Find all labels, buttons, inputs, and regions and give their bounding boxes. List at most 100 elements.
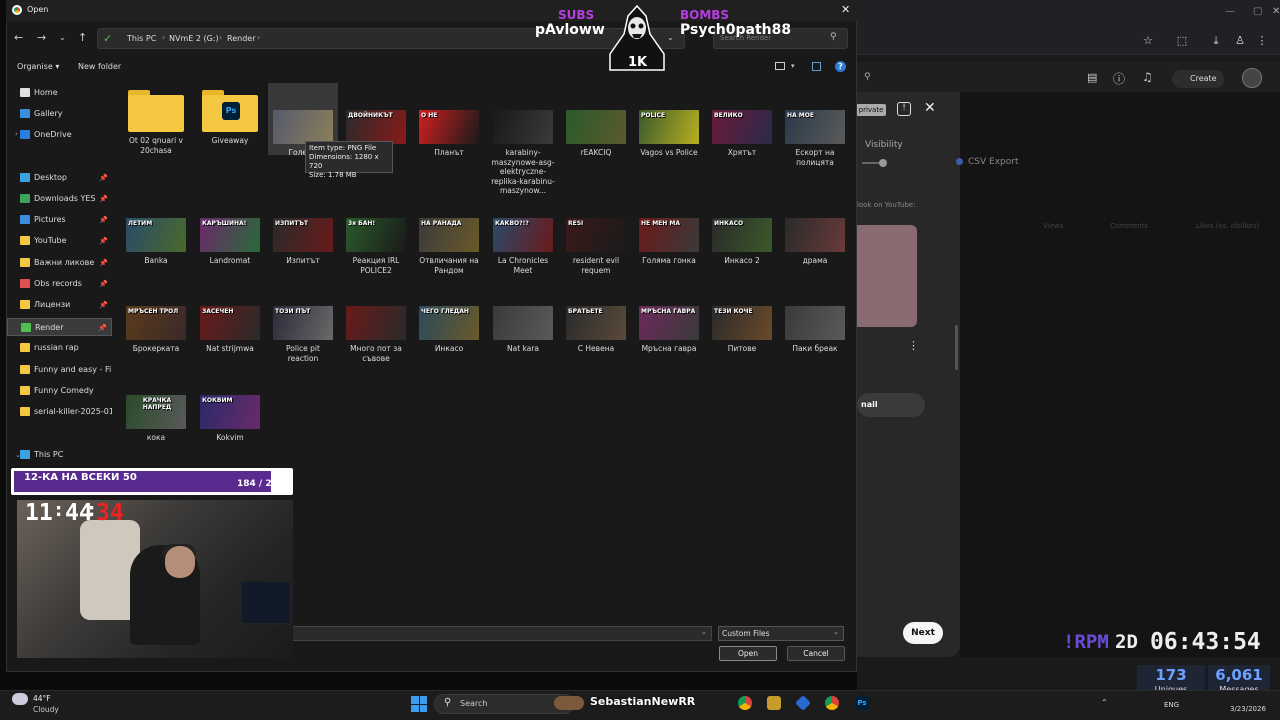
file-item[interactable]: ТОЗИ ПЪТ Police pit reaction <box>270 306 336 363</box>
maximize-icon[interactable]: ▢ <box>1253 6 1262 17</box>
file-item[interactable]: rEAKCIQ <box>563 110 629 158</box>
file-item[interactable]: КАРЪШИНА! Landromat <box>197 218 263 266</box>
input-language[interactable]: ENG <box>1164 701 1179 709</box>
sidebar-item-pictures[interactable]: Pictures 📌 <box>20 211 112 229</box>
breadcrumb-drive[interactable]: NVmE 2 (G:) <box>169 34 219 43</box>
file-item[interactable]: ИЗПИТЪТ Изпитът <box>270 218 336 266</box>
help-icon[interactable]: ⓘ <box>1113 70 1125 87</box>
file-item[interactable]: POLICE Vagos vs Police <box>636 110 702 158</box>
alert-icon[interactable]: ! <box>897 102 911 116</box>
file-item[interactable]: ЛЕТИМ Banka <box>123 218 189 266</box>
windows-start-icon[interactable] <box>411 696 427 712</box>
csv-export-link[interactable]: CSV Export <box>968 157 1018 167</box>
sidebar-item-downloads-yes[interactable]: Downloads YES 📌 <box>20 190 112 208</box>
up-arrow-icon[interactable]: ↑ <box>78 31 87 44</box>
file-item[interactable]: RESI resident evil requem <box>563 218 629 275</box>
open-button[interactable]: Open <box>719 646 777 661</box>
file-item[interactable]: КРАЧКА НАПРЕД кока <box>123 395 189 443</box>
chrome-icon[interactable] <box>738 696 752 710</box>
file-item[interactable]: ИНКАСО Инкасо 2 <box>709 218 775 266</box>
create-button[interactable]: Create <box>1172 70 1224 88</box>
file-item[interactable]: НА МОЕ Ескорт на полицята <box>782 110 848 167</box>
sidebar-item-funny-and-easy-fi[interactable]: Funny and easy - Fi <box>20 361 112 379</box>
sidebar-item-render[interactable]: Render 📌 <box>7 318 112 336</box>
search-highlight-icon[interactable] <box>554 696 584 710</box>
file-item[interactable]: ТЕЗИ КОЧЕ Питове <box>709 306 775 354</box>
cloudy-weather-icon[interactable] <box>12 693 28 705</box>
file-item[interactable]: 3я БАН! Реакция IRL POLICE2 <box>343 218 409 275</box>
sidebar-item-лицензи[interactable]: Лицензи 📌 <box>20 296 112 314</box>
weather-temp[interactable]: 44°F <box>33 694 51 703</box>
breadcrumb-this-pc[interactable]: This PC <box>127 34 156 43</box>
cancel-button[interactable]: Cancel <box>787 646 845 661</box>
file-item[interactable]: Nat kara <box>490 306 556 354</box>
expand-chevron-icon[interactable]: › <box>15 130 18 138</box>
file-item[interactable]: Паки бреак <box>782 306 848 354</box>
sidebar-item-this-pc[interactable]: This PC <box>20 446 112 464</box>
file-item[interactable]: драма <box>782 218 848 266</box>
extensions-icon[interactable]: ⬚ <box>1175 34 1189 48</box>
back-arrow-icon[interactable]: ← <box>14 31 23 44</box>
taskbar-search[interactable] <box>434 694 574 714</box>
sidebar-item-obs-records[interactable]: Obs records 📌 <box>20 275 112 293</box>
forward-arrow-icon[interactable]: → <box>37 31 46 44</box>
file-item[interactable]: Ps Giveaway <box>197 90 263 146</box>
file-item[interactable]: karabiny-maszynowe-asg-elektryczne-repli… <box>490 110 556 196</box>
file-item[interactable]: О НЕ Планът <box>416 110 482 158</box>
account-icon[interactable]: ♙ <box>1233 34 1247 48</box>
modal-close-icon[interactable]: ✕ <box>924 100 936 116</box>
tray-chevron-icon[interactable]: ⌃ <box>1101 698 1108 707</box>
file-item[interactable]: Ot 02 qnuari v 20chasa <box>123 90 189 155</box>
file-item[interactable]: КАКВО?!? La Chronicles Meet <box>490 218 556 275</box>
help-icon[interactable]: ? <box>835 61 846 72</box>
recent-locations-icon[interactable]: ⌄ <box>59 33 66 42</box>
file-item[interactable]: ВЕЛИКО Хрятът <box>709 110 775 158</box>
feedback-icon[interactable]: ▤ <box>1087 71 1097 84</box>
dialog-close-icon[interactable]: ✕ <box>841 3 850 16</box>
sidebar-item-gallery[interactable]: Gallery <box>20 105 112 123</box>
new-folder-button[interactable]: New folder <box>78 62 121 71</box>
chevron-down-icon[interactable]: ⌄ <box>701 628 707 636</box>
organise-menu[interactable]: Organise ▾ <box>17 62 59 71</box>
photoshop-icon[interactable]: Ps <box>855 696 869 710</box>
file-item[interactable]: КОКВИМ Kokvim <box>197 395 263 443</box>
file-item[interactable]: БРАТЬЕТЕ С Невена <box>563 306 629 354</box>
minimize-icon[interactable]: — <box>1225 6 1235 17</box>
chevron-down-icon[interactable]: ⌄ <box>667 33 674 42</box>
chrome-icon[interactable] <box>825 696 839 710</box>
sidebar-item-home[interactable]: Home <box>20 84 112 102</box>
tray-date[interactable]: 3/23/2026 <box>1230 705 1266 713</box>
chevron-down-icon[interactable]: ⌄ <box>833 628 839 636</box>
notifications-icon[interactable]: ♫ <box>1142 70 1153 84</box>
search-icon[interactable]: ⚲ <box>830 32 837 42</box>
filename-input[interactable] <box>290 626 712 641</box>
preview-pane-icon[interactable] <box>812 62 821 71</box>
file-item[interactable]: НЕ МЕН МА Голяма гонка <box>636 218 702 266</box>
email-button[interactable]: nail <box>857 393 925 417</box>
file-item[interactable]: МРЪСЕН ТРОЛ Брокерката <box>123 306 189 354</box>
sidebar-item-youtube[interactable]: YouTube 📌 <box>20 232 112 250</box>
sidebar-item-onedrive[interactable]: OneDrive <box>20 126 112 144</box>
file-item[interactable]: ЧЕГО ГЛЕДАН Инкасо <box>416 306 482 354</box>
app-icon[interactable] <box>767 696 781 710</box>
file-item[interactable]: МРЪСНА ГАВРА Мръсна гавра <box>636 306 702 354</box>
sidebar-item-важни-ликове[interactable]: Важни ликове 📌 <box>20 254 112 272</box>
breadcrumb-render[interactable]: Render <box>227 34 255 43</box>
file-item[interactable]: Много пот за съвове <box>343 306 409 363</box>
change-view-icon[interactable] <box>775 62 785 70</box>
sidebar-item-desktop[interactable]: Desktop 📌 <box>20 169 112 187</box>
file-item[interactable]: НА РАНАДА Отвличания на Рандом <box>416 218 482 275</box>
sidebar-item-russian-rap[interactable]: russian rap <box>20 339 112 357</box>
more-options-icon[interactable]: ⋮ <box>908 339 919 352</box>
next-button[interactable]: Next <box>903 622 943 644</box>
modal-scrollbar[interactable] <box>955 325 958 370</box>
visibility-step-knob[interactable] <box>879 159 887 167</box>
chevron-down-icon[interactable]: ▾ <box>791 62 795 70</box>
file-type-select[interactable]: Custom Files <box>718 626 844 641</box>
window-close-icon[interactable]: ✕ <box>1272 6 1280 17</box>
sidebar-item-funny-comedy[interactable]: Funny Comedy <box>20 382 112 400</box>
sidebar-item-serial-killer-2025-01[interactable]: serial-killer-2025-01 <box>20 403 112 421</box>
file-item[interactable]: ЗАСЕЧЕН Nat strijmwa <box>197 306 263 354</box>
bookmark-star-icon[interactable]: ☆ <box>1141 34 1155 48</box>
download-icon[interactable]: ⤓ <box>1209 34 1223 48</box>
